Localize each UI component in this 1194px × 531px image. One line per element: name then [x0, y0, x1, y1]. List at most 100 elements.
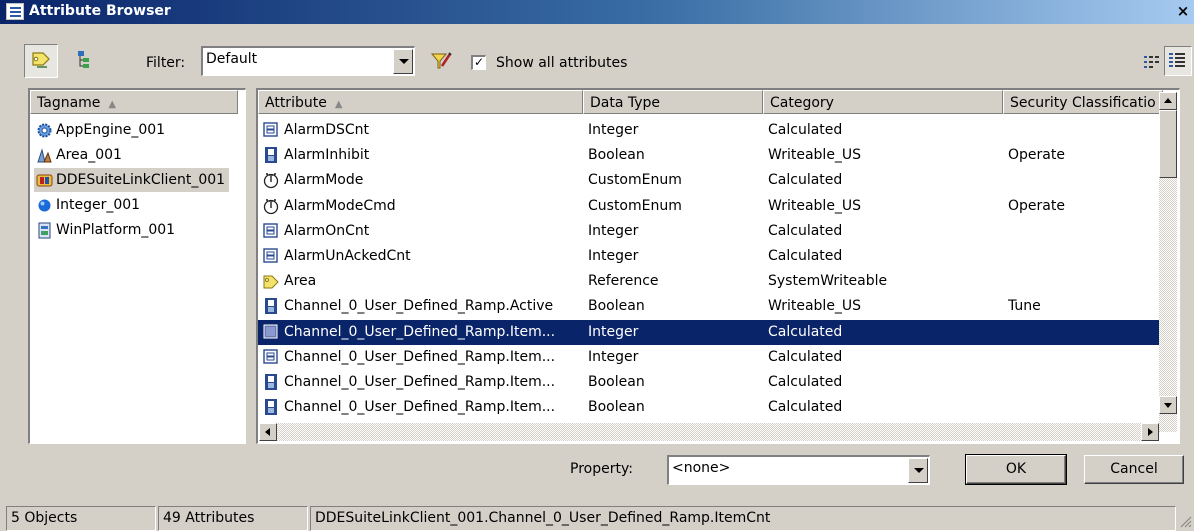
- filter-edit-icon: [430, 52, 452, 69]
- tag-item-area[interactable]: Area_001: [34, 143, 126, 167]
- cell-data-type: CustomEnum: [588, 172, 682, 189]
- tagname-column-header[interactable]: Tagname ▲: [30, 90, 238, 114]
- horizontal-scrollbar[interactable]: [259, 423, 1159, 441]
- cell-attribute: AlarmOnCnt: [284, 222, 370, 239]
- tag-item-label: Area_001: [56, 147, 122, 163]
- cell-attribute: AlarmDSCnt: [284, 122, 369, 138]
- table-row[interactable]: Channel_0_User_Defined_Ramp.Active Boolea…: [258, 294, 1160, 319]
- cell-data-type: Integer: [588, 248, 639, 264]
- boolean-icon: [265, 298, 277, 315]
- resize-grip-icon[interactable]: [1178, 514, 1192, 528]
- chevron-down-icon[interactable]: [393, 49, 413, 74]
- security-column-header[interactable]: Security Classificatio: [1003, 90, 1163, 114]
- cell-category: Calculated: [768, 348, 843, 365]
- title-bar: Attribute Browser ×: [0, 0, 1194, 24]
- table-row[interactable]: AlarmMode CustomEnum Calculated: [258, 168, 1160, 193]
- cancel-button[interactable]: Cancel: [1084, 455, 1184, 484]
- tag-icon: [32, 52, 50, 68]
- cell-category: Writeable_US: [768, 197, 862, 214]
- list-view-button[interactable]: [1140, 50, 1164, 74]
- close-icon[interactable]: ×: [1174, 3, 1192, 20]
- tagname-panel: Tagname ▲ AppEngine_001 Area_001 DDESuite…: [28, 88, 246, 444]
- attribute-header-label: Attribute: [265, 95, 327, 111]
- scroll-down-arrow-icon[interactable]: [1159, 396, 1177, 414]
- table-row[interactable]: Channel_0_User_Defined_Ramp.Item... Integ…: [258, 319, 1160, 345]
- area-icon: [37, 148, 52, 163]
- table-row[interactable]: Channel_0_User_Defined_Ramp.Item... Integ…: [258, 345, 1160, 370]
- status-attributes-count: 49 Attributes: [158, 506, 308, 531]
- scroll-up-arrow-icon[interactable]: [1159, 92, 1177, 110]
- table-row[interactable]: AlarmModeCmd CustomEnum Writeable_US Operat…: [258, 194, 1160, 219]
- table-row[interactable]: AlarmInhibit Boolean Writeable_US Operate: [258, 143, 1160, 168]
- cell-attribute: AlarmMode: [284, 172, 364, 189]
- scroll-left-arrow-icon[interactable]: [259, 423, 277, 441]
- cell-category: Calculated: [768, 374, 843, 390]
- hierarchy-view-button[interactable]: [70, 44, 104, 78]
- table-row[interactable]: AlarmOnCnt Integer Calculated: [258, 219, 1160, 244]
- cell-attribute: Channel_0_User_Defined_Ramp.Item...: [284, 323, 556, 340]
- window-title: Attribute Browser: [29, 3, 171, 19]
- ok-button[interactable]: OK: [965, 454, 1067, 485]
- cell-category: Writeable_US: [768, 147, 862, 164]
- cell-category: Writeable_US: [768, 298, 862, 315]
- table-row[interactable]: AlarmUnAckedCnt Integer Calculated: [258, 244, 1160, 269]
- chevron-down-icon[interactable]: [908, 458, 928, 483]
- details-view-button[interactable]: [1164, 46, 1192, 76]
- enum-icon: [263, 198, 279, 214]
- cell-attribute: AlarmInhibit: [284, 147, 370, 164]
- tag-item-winplatform[interactable]: WinPlatform_001: [34, 218, 179, 242]
- status-selected-path: DDESuiteLinkClient_001.Channel_0_User_De…: [310, 506, 1176, 531]
- cell-data-type: Integer: [588, 222, 639, 239]
- tag-view-button[interactable]: [24, 44, 58, 78]
- vertical-scroll-thumb[interactable]: [1159, 110, 1177, 178]
- cell-security: Operate: [1008, 147, 1065, 164]
- boolean-icon: [265, 399, 277, 416]
- cell-category: Calculated: [768, 122, 843, 138]
- cell-data-type: Integer: [588, 122, 639, 138]
- cell-attribute: Channel_0_User_Defined_Ramp.Item...: [284, 399, 556, 416]
- cell-category: SystemWriteable: [768, 273, 888, 290]
- integer-icon: [263, 223, 278, 238]
- cell-category: Calculated: [768, 399, 843, 416]
- filter-value: Default: [206, 51, 258, 67]
- integer-icon: [263, 349, 278, 364]
- cell-category: Calculated: [768, 248, 843, 264]
- data-type-column-header[interactable]: Data Type: [583, 90, 763, 114]
- table-row[interactable]: Area Reference SystemWriteable: [258, 269, 1160, 294]
- cell-data-type: Boolean: [588, 399, 645, 416]
- cell-attribute: AlarmUnAckedCnt: [284, 248, 411, 264]
- sort-ascending-icon: ▲: [108, 99, 117, 110]
- attribute-column-header[interactable]: Attribute ▲: [258, 90, 583, 114]
- cell-attribute: Channel_0_User_Defined_Ramp.Active: [284, 298, 554, 315]
- tag-item-label: DDESuiteLinkClient_001: [56, 172, 226, 188]
- edit-filter-button[interactable]: [428, 48, 454, 74]
- property-dropdown[interactable]: <none>: [667, 455, 930, 485]
- panel-splitter[interactable]: [247, 88, 253, 444]
- filter-dropdown[interactable]: Default: [201, 46, 415, 76]
- tag-item-integer[interactable]: Integer_001: [34, 193, 144, 217]
- table-row[interactable]: Channel_0_User_Defined_Ramp.Item... Boole…: [258, 395, 1160, 420]
- tag-item-appengine[interactable]: AppEngine_001: [34, 118, 169, 142]
- table-row[interactable]: AlarmDSCnt Integer Calculated: [258, 118, 1160, 143]
- boolean-icon: [265, 374, 277, 390]
- cell-category: Calculated: [768, 222, 843, 239]
- tagname-header-label: Tagname: [37, 95, 101, 111]
- status-objects-count: 5 Objects: [6, 506, 156, 531]
- property-value: <none>: [672, 460, 731, 476]
- list-view-icon: [1144, 56, 1159, 68]
- filter-label: Filter:: [146, 55, 186, 71]
- cell-data-type: Integer: [588, 348, 639, 365]
- cell-data-type: CustomEnum: [588, 197, 682, 214]
- blue-sphere-icon: [38, 199, 51, 212]
- table-row[interactable]: Channel_0_User_Defined_Ramp.Item... Boole…: [258, 370, 1160, 395]
- scroll-right-arrow-icon[interactable]: [1141, 423, 1159, 441]
- cell-data-type: Reference: [588, 273, 659, 290]
- enum-icon: [263, 173, 279, 189]
- cell-attribute: AlarmModeCmd: [284, 197, 396, 214]
- tag-item-ddesuitelinkclient[interactable]: DDESuiteLinkClient_001: [34, 168, 230, 192]
- cell-data-type: Boolean: [588, 374, 645, 390]
- category-column-header[interactable]: Category: [763, 90, 1003, 114]
- show-all-attributes-label[interactable]: Show all attributes: [496, 55, 627, 71]
- show-all-attributes-checkbox[interactable]: ✓: [471, 55, 486, 70]
- cell-category: Calculated: [768, 172, 843, 189]
